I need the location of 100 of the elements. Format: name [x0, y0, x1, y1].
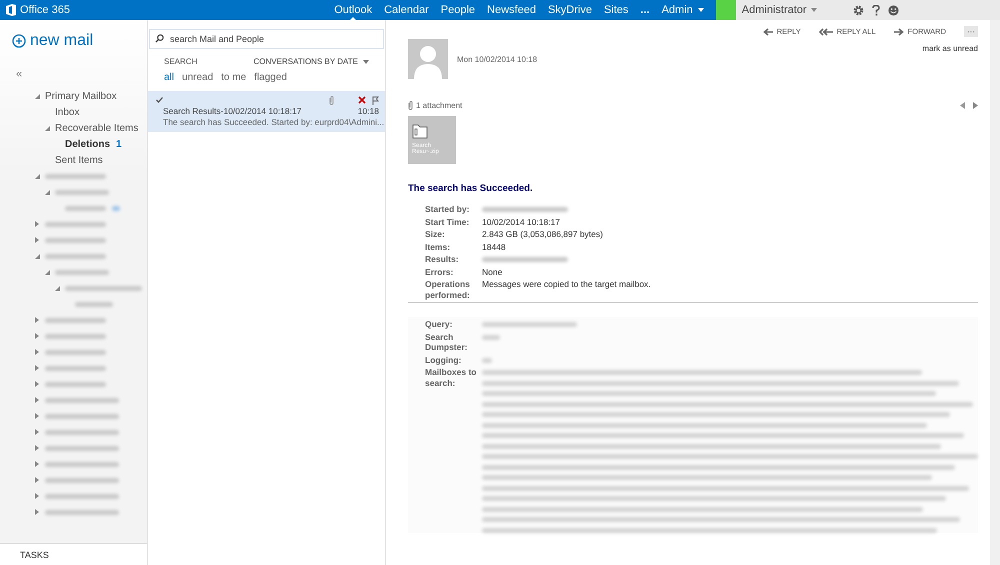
- nav-tab[interactable]: Calendar: [378, 0, 435, 20]
- message-preview: The search has Succeeded. Started by: eurprd04\Admini...: [163, 117, 384, 127]
- unread-count: 1: [116, 138, 122, 150]
- message-time: 10:18: [358, 106, 379, 116]
- sort-dropdown[interactable]: CONVERSATIONS BY DATE: [254, 57, 369, 66]
- detail-value: 2.843 GB (3,053,086,897 bytes): [482, 229, 604, 240]
- paperclip-icon: [329, 96, 334, 104]
- nav-tab[interactable]: SkyDrive: [542, 0, 598, 20]
- caret-icon: [35, 413, 39, 419]
- tasks-link[interactable]: TASKS: [0, 543, 147, 565]
- blurred-folder-name[interactable]: [45, 398, 119, 402]
- blurred-folder-name[interactable]: [65, 206, 106, 210]
- left-arrow-icon: [762, 28, 773, 36]
- detail-value: None: [482, 266, 504, 277]
- nav-tab[interactable]: ...: [634, 0, 656, 20]
- filter-tab[interactable]: flagged: [254, 72, 287, 83]
- blurred-folder-name[interactable]: [45, 174, 106, 178]
- blurred-folder-name[interactable]: [45, 494, 119, 498]
- zip-folder-icon: [412, 124, 428, 139]
- filter-tab[interactable]: to me: [221, 72, 246, 83]
- previous-icon: [960, 102, 965, 109]
- caret-icon: [363, 60, 369, 64]
- folder-name[interactable]: Primary Mailbox: [45, 90, 117, 102]
- smiley-icon[interactable]: [888, 4, 899, 16]
- blurred-folder-name[interactable]: [45, 350, 106, 354]
- caret-icon: [35, 237, 39, 243]
- nav-tab[interactable]: Sites: [598, 0, 634, 20]
- blurred-folder-name[interactable]: [55, 270, 109, 274]
- plus-icon: [12, 34, 26, 48]
- message-date: Mon 10/02/2014 10:18: [457, 54, 538, 64]
- settings-icon[interactable]: [852, 4, 864, 16]
- message-heading: The search has Succeeded.: [408, 183, 534, 194]
- message-subject: Search Results-10/02/2014 10:18:17: [163, 106, 302, 116]
- search-field[interactable]: search Mail and People: [149, 29, 384, 49]
- detail-label: Errors:: [425, 266, 454, 277]
- app-title: Office 365: [20, 4, 70, 16]
- caret-icon: [810, 8, 817, 12]
- caret-icon: [35, 221, 39, 227]
- caret-icon: [35, 333, 39, 339]
- detail-value: 10/02/2014 10:18:17: [482, 216, 561, 227]
- blurred-folder-name[interactable]: [45, 414, 119, 418]
- folder-name[interactable]: Inbox: [55, 106, 80, 118]
- detail-label: Query:: [425, 319, 454, 330]
- caret-icon: [35, 509, 39, 515]
- detail-label: Results:: [425, 254, 460, 264]
- filter-tab[interactable]: unread: [182, 72, 214, 83]
- detail-label: Start Time:: [425, 216, 470, 227]
- nav-tab[interactable]: People: [434, 0, 482, 20]
- blurred-folder-name[interactable]: [45, 430, 119, 434]
- caret-icon: [44, 126, 50, 130]
- folder-name[interactable]: Sent Items: [55, 154, 103, 166]
- delete-icon: [358, 96, 366, 104]
- blurred-folder-name[interactable]: [45, 446, 119, 450]
- blurred-folder-name[interactable]: [45, 254, 106, 258]
- caret-icon: [44, 190, 50, 194]
- help-icon[interactable]: [872, 4, 880, 16]
- caret-icon: [35, 349, 39, 355]
- blurred-folder-name[interactable]: [55, 190, 109, 194]
- blurred-value: [482, 334, 500, 340]
- caret-icon: [698, 8, 704, 12]
- new-mail-button[interactable]: new mail: [12, 32, 147, 50]
- blurred-folder-name[interactable]: [45, 238, 106, 242]
- caret-icon: [34, 94, 40, 98]
- search-icon: [155, 34, 164, 43]
- caret-icon: [54, 286, 60, 290]
- collapse-button[interactable]: «: [14, 68, 24, 80]
- caret-icon: [44, 270, 50, 274]
- blurred-folder-name[interactable]: [45, 222, 106, 226]
- blurred-folder-name[interactable]: [65, 286, 142, 290]
- nav-tab[interactable]: Newsfeed: [481, 0, 542, 20]
- caret-icon: [35, 493, 39, 499]
- caret-icon: [35, 445, 39, 451]
- office-logo-icon: [6, 4, 16, 16]
- caret-icon: [35, 317, 39, 323]
- nav-tab[interactable]: Outlook: [328, 0, 378, 20]
- double-left-arrow-icon: [818, 28, 833, 36]
- filter-tab[interactable]: all: [164, 72, 174, 83]
- detail-value: 18448: [482, 242, 507, 252]
- caret-icon: [35, 397, 39, 403]
- message-item[interactable]: Search Results-10/02/2014 10:18:17 10:18 The search has Succeeded. Started by: eurprd04\Admini...: [148, 91, 385, 132]
- detail-label: Started by:: [425, 204, 470, 214]
- blurred-folder-name[interactable]: [75, 302, 113, 306]
- more-button[interactable]: ···: [964, 26, 978, 37]
- caret-icon: [34, 174, 40, 178]
- nav-tab[interactable]: Admin: [656, 0, 710, 20]
- mark-unread-link[interactable]: mark as unread: [922, 44, 978, 53]
- blurred-folder-name[interactable]: [45, 382, 106, 386]
- blurred-folder-name[interactable]: [45, 366, 106, 370]
- caret-icon: [35, 477, 39, 483]
- attachment-count: 1 attachment: [416, 101, 462, 110]
- folder-name[interactable]: Deletions: [65, 138, 110, 150]
- blurred-folder-name[interactable]: [45, 478, 119, 482]
- blurred-value: [482, 358, 492, 362]
- blurred-folder-name[interactable]: [45, 318, 106, 322]
- blurred-folder-name[interactable]: [45, 462, 119, 466]
- blurred-folder-name[interactable]: [45, 334, 106, 338]
- folder-name[interactable]: Recoverable Items: [55, 122, 138, 134]
- blurred-folder-name[interactable]: [45, 510, 119, 514]
- caret-icon: [35, 461, 39, 467]
- next-icon: [973, 102, 978, 109]
